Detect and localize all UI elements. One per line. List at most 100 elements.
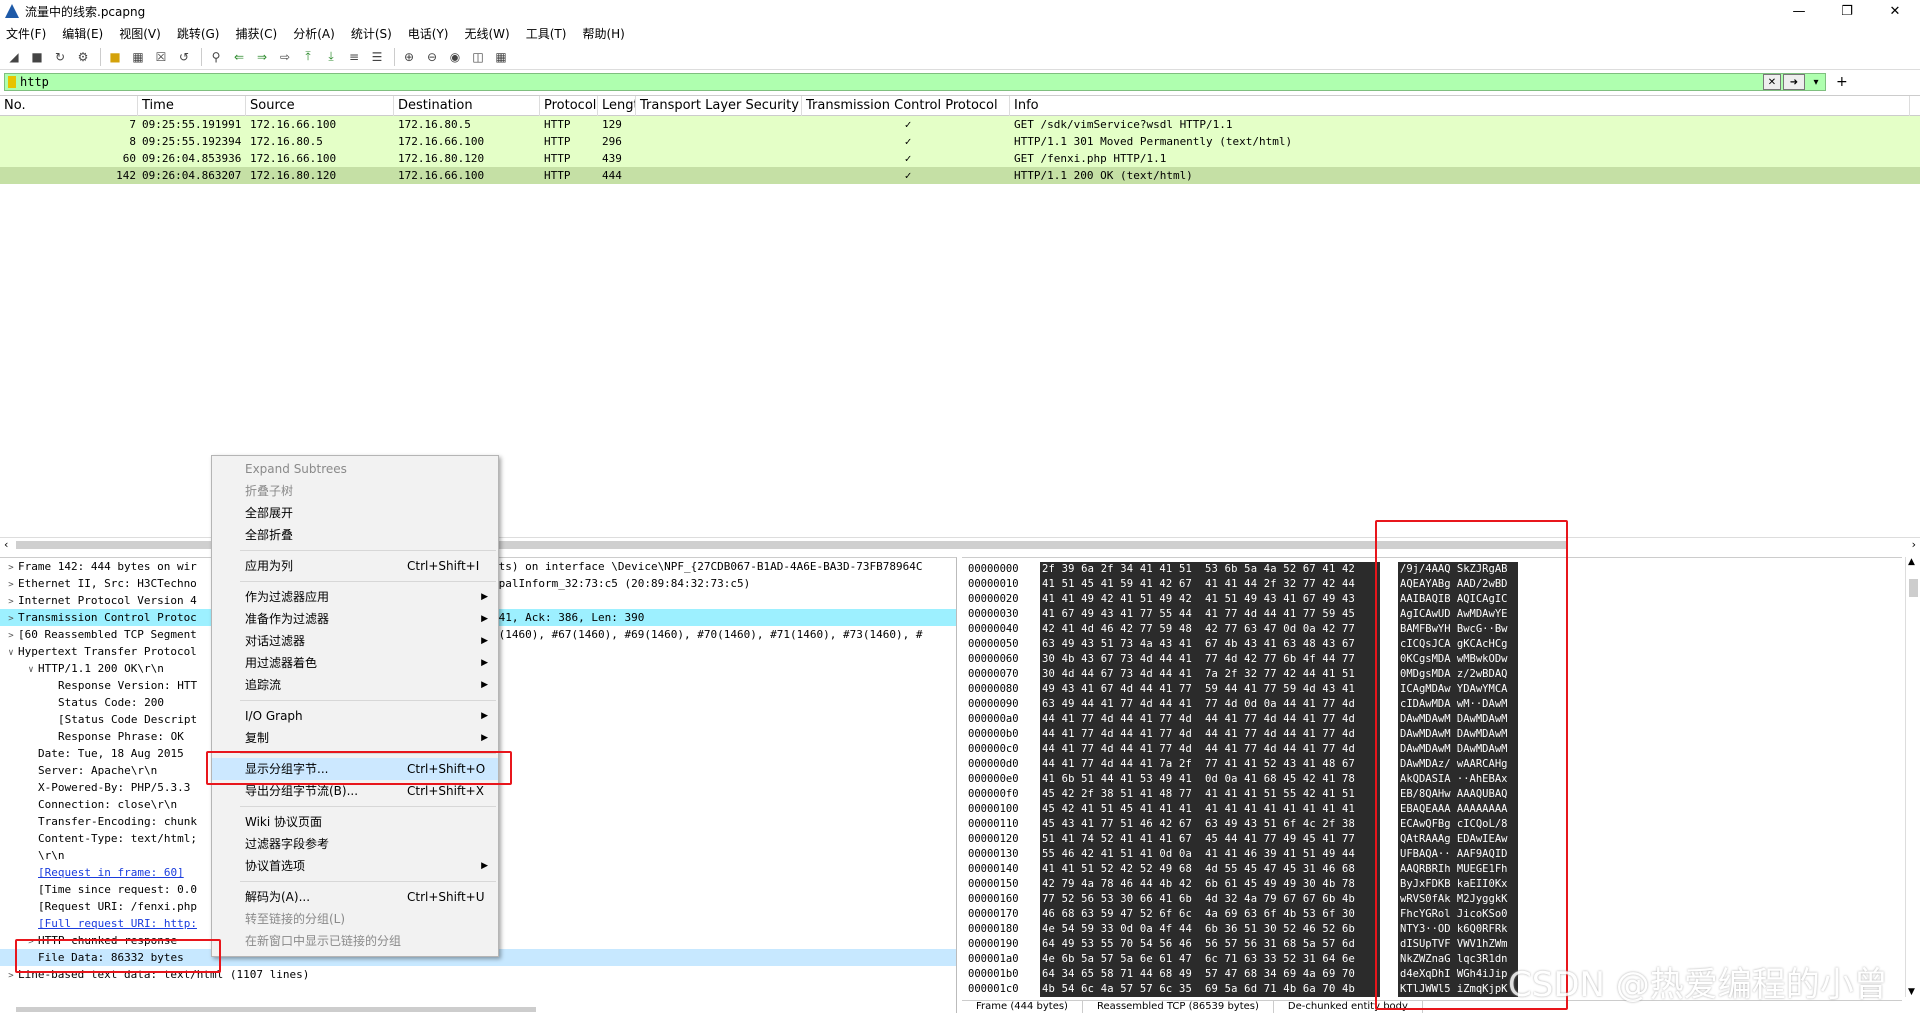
add-filter-button-icon[interactable]: + [1836,74,1848,90]
scroll-right-icon[interactable]: › [1912,538,1916,551]
menu-item[interactable]: 帮助(H) [582,25,624,42]
bytes-hex[interactable]: 4e 54 59 33 0d 0a 4f 44 6b 36 51 30 52 4… [1040,922,1380,937]
autoscroll-icon[interactable]: ≡ [344,47,364,67]
scroll-thumb[interactable] [1909,579,1918,597]
go-back-icon[interactable]: ⇐ [229,47,249,67]
bytes-hex[interactable]: 42 79 4a 78 46 44 4b 42 6b 61 45 49 49 3… [1040,877,1380,892]
go-forward-icon[interactable]: ⇒ [252,47,272,67]
context-menu-item[interactable]: 过滤器字段参考 [212,833,498,855]
resize-columns-icon[interactable]: ◫ [468,47,488,67]
context-menu-item[interactable]: 复制 ▶ [212,727,498,749]
chevron-right-icon[interactable]: > [4,594,18,609]
bytes-hex[interactable]: 44 41 77 4d 44 41 77 4d 44 41 77 4d 44 4… [1040,712,1380,727]
zoom-normal-icon[interactable]: ◉ [445,47,465,67]
bytes-hex[interactable]: 49 43 41 67 4d 44 41 77 59 44 41 77 59 4… [1040,682,1380,697]
menu-item[interactable]: 编辑(E) [62,25,103,42]
column-header[interactable]: Protocol [540,95,598,116]
menu-item[interactable]: 无线(W) [465,25,510,42]
menu-item[interactable]: 电话(Y) [408,25,449,42]
reload-file-icon[interactable]: ↺ [174,47,194,67]
context-menu-item[interactable]: 准备作为过滤器 ▶ [212,608,498,630]
column-header[interactable]: Time [138,95,246,116]
context-menu-item[interactable]: 作为过滤器应用 ▶ [212,586,498,608]
zoom-in-icon[interactable]: ⊕ [399,47,419,67]
bytes-hex[interactable]: 30 4d 44 67 73 4d 44 41 7a 2f 32 77 42 4… [1040,667,1380,682]
bytes-hex[interactable]: 44 41 77 4d 44 41 77 4d 44 41 77 4d 44 4… [1040,727,1380,742]
column-header[interactable]: Lengt [598,95,636,116]
close-file-icon[interactable]: ☒ [151,47,171,67]
context-menu-item[interactable]: 应用为列 Ctrl+Shift+I [212,555,498,577]
packet-row[interactable]: 142 09:26:04.863207 172.16.80.120 172.16.66… [0,167,1920,184]
stop-capture-icon[interactable]: ■ [27,47,47,67]
scroll-left-icon[interactable]: ‹ [4,538,8,551]
open-file-icon[interactable]: ■ [105,47,125,67]
close-icon[interactable]: ✕ [1872,0,1918,22]
column-header[interactable]: Transmission Control Protocol [802,95,1010,116]
first-packet-icon[interactable]: ⤒ [298,47,318,67]
details-scrollbar[interactable] [0,1005,957,1013]
bytes-hex[interactable]: 2f 39 6a 2f 34 41 41 51 53 6b 5a 4a 52 6… [1040,562,1380,577]
bytes-hex[interactable]: 51 41 74 52 41 41 41 67 45 44 41 77 49 4… [1040,832,1380,847]
packet-row[interactable]: 8 09:25:55.192394 172.16.80.5 172.16.66.100… [0,133,1920,150]
layout-icon[interactable]: ▦ [491,47,511,67]
bytes-hex[interactable]: 42 41 4d 46 42 77 59 48 42 77 63 47 0d 0… [1040,622,1380,637]
bytes-hex[interactable]: 41 67 49 43 41 77 55 44 41 77 4d 44 41 7… [1040,607,1380,622]
colorize-icon[interactable]: ☰ [367,47,387,67]
start-capture-icon[interactable]: ◢ [4,47,24,67]
menu-item[interactable]: 文件(F) [6,25,46,42]
bytes-hex[interactable]: 64 49 53 55 70 54 56 46 56 57 56 31 68 5… [1040,937,1380,952]
chevron-right-icon[interactable]: > [4,577,18,592]
column-header[interactable]: Destination [394,95,540,116]
scroll-up-icon[interactable]: ▲ [1908,557,1915,567]
bytes-hex[interactable]: 44 41 77 4d 44 41 7a 2f 77 41 41 52 43 4… [1040,757,1380,772]
bookmark-icon[interactable] [8,76,16,88]
context-menu-item[interactable]: 用过滤器着色 ▶ [212,652,498,674]
context-menu-item[interactable]: I/O Graph ▶ [212,705,498,727]
packet-row[interactable]: 7 09:25:55.191991 172.16.66.100 172.16.80.5… [0,116,1920,133]
bytes-hex[interactable]: 77 52 56 53 30 66 41 6b 4d 32 4a 79 67 6… [1040,892,1380,907]
context-menu-item[interactable]: 追踪流 ▶ [212,674,498,696]
bytes-hex[interactable]: 63 49 44 41 77 4d 44 41 77 4d 0d 0a 44 4… [1040,697,1380,712]
bytes-hex[interactable]: 45 42 2f 38 51 41 48 77 41 41 41 51 55 4… [1040,787,1380,802]
column-header[interactable]: Transport Layer Security [636,95,802,116]
bytes-hex[interactable]: 41 51 45 41 59 41 42 67 41 41 44 2f 32 7… [1040,577,1380,592]
context-menu-item[interactable]: 全部折叠 [212,524,498,546]
context-menu-item[interactable]: 全部展开 [212,502,498,524]
bytes-hex[interactable]: 45 42 41 51 45 41 41 41 41 41 41 41 41 4… [1040,802,1380,817]
bytes-hex[interactable]: 63 49 43 51 73 4a 43 41 67 4b 43 41 63 4… [1040,637,1380,652]
maximize-icon[interactable]: ❐ [1824,0,1870,22]
menu-item[interactable]: 跳转(G) [177,25,220,42]
bytes-hex[interactable]: 4e 6b 5a 57 5a 6e 61 47 6c 71 63 33 52 3… [1040,952,1380,967]
menu-item[interactable]: 捕获(C) [235,25,277,42]
zoom-out-icon[interactable]: ⊖ [422,47,442,67]
display-filter-input[interactable] [20,75,1761,89]
bytes-hex[interactable]: 55 46 42 41 51 41 0d 0a 41 41 46 39 41 5… [1040,847,1380,862]
minimize-icon[interactable]: — [1776,0,1822,22]
last-packet-icon[interactable]: ⤓ [321,47,341,67]
capture-options-icon[interactable]: ⚙ [73,47,93,67]
save-file-icon[interactable]: ▦ [128,47,148,67]
chevron-right-icon[interactable]: > [4,611,18,626]
bytes-tab[interactable]: Reassembled TCP (86539 bytes) [1083,1001,1274,1013]
bytes-hex[interactable]: 46 68 63 59 47 52 6f 6c 4a 69 63 6f 4b 5… [1040,907,1380,922]
menu-item[interactable]: 分析(A) [293,25,335,42]
chevron-right-icon[interactable]: > [4,628,18,643]
menu-item[interactable]: 工具(T) [526,25,567,42]
restart-capture-icon[interactable]: ↻ [50,47,70,67]
find-packet-icon[interactable]: ⚲ [206,47,226,67]
column-header[interactable]: Info [1010,95,1910,116]
menu-item[interactable]: 统计(S) [351,25,392,42]
packet-row[interactable]: 60 09:26:04.853936 172.16.66.100 172.16.80.… [0,150,1920,167]
clear-filter-icon[interactable]: ✕ [1763,74,1781,90]
bytes-scrollbar[interactable]: ▲ ▼ [1905,557,1920,997]
column-header[interactable]: No. [0,95,138,116]
bytes-hex[interactable]: 30 4b 43 67 73 4d 44 41 77 4d 42 77 6b 4… [1040,652,1380,667]
chevron-right-icon[interactable]: > [4,560,18,575]
context-menu-item[interactable]: 解码为(A)... Ctrl+Shift+U [212,886,498,908]
bytes-hex[interactable]: 45 43 41 77 51 46 42 67 63 49 43 51 6f 4… [1040,817,1380,832]
context-menu-item[interactable]: 协议首选项 ▶ [212,855,498,877]
go-to-packet-icon[interactable]: ⇨ [275,47,295,67]
bytes-hex[interactable]: 41 41 51 52 42 52 49 68 4d 55 45 47 45 3… [1040,862,1380,877]
bytes-hex[interactable]: 41 6b 51 44 41 53 49 41 0d 0a 41 68 45 4… [1040,772,1380,787]
apply-filter-icon[interactable]: ➜ [1783,74,1805,90]
